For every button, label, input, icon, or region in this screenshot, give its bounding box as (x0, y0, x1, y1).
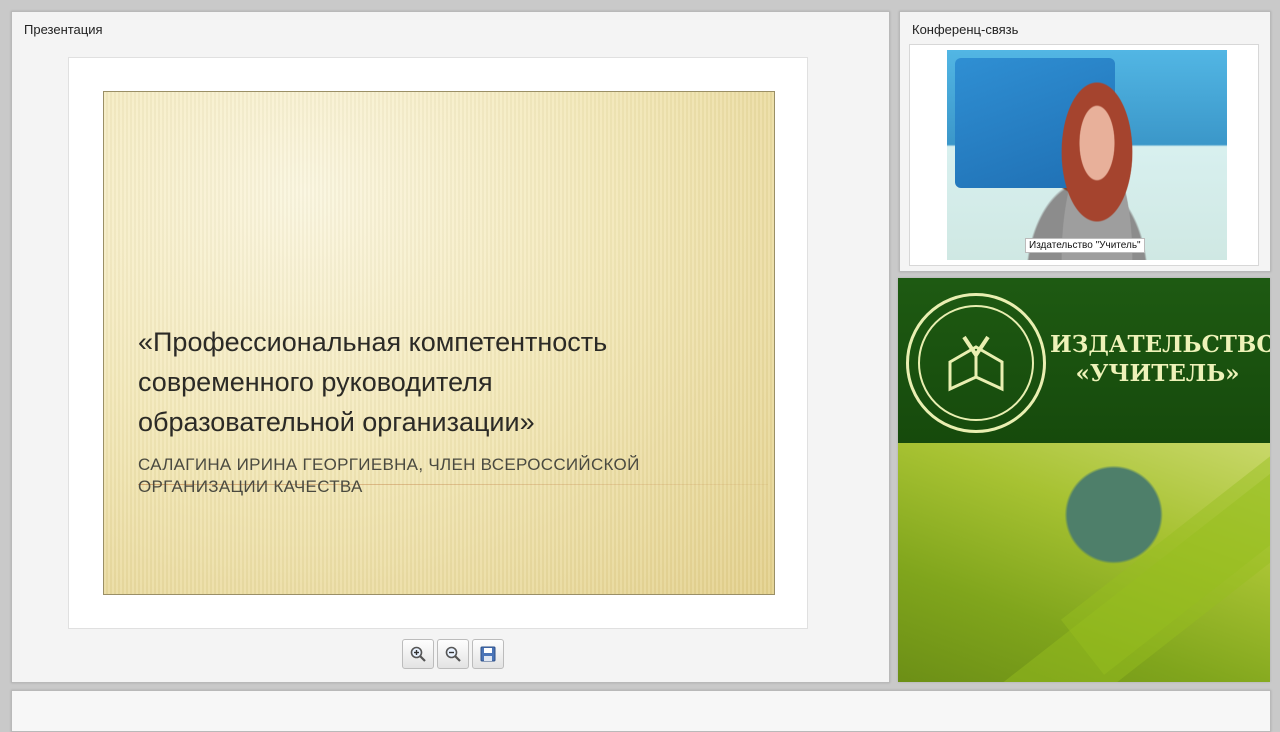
participant-name-label: Издательство "Учитель" (1025, 238, 1145, 253)
conference-panel: Конференц-связь Издательство "Учитель" (899, 11, 1271, 272)
publisher-header: ИЗДАТЕЛЬСТВО «УЧИТЕЛЬ» (898, 278, 1270, 443)
participant-figure (1042, 80, 1152, 260)
books-globe-image (898, 361, 1270, 682)
bottom-panel (11, 690, 1271, 732)
slide-viewer: «Профессиональная компетентность совреме… (68, 57, 808, 629)
publisher-banner: ИЗДАТЕЛЬСТВО «УЧИТЕЛЬ» (898, 278, 1270, 682)
zoom-out-icon (445, 646, 461, 662)
book-emblem-icon (948, 335, 1004, 392)
publisher-logo-icon (906, 293, 1046, 433)
presentation-panel-title: Презентация (24, 22, 103, 37)
zoom-in-button[interactable] (402, 639, 434, 669)
publisher-name: ИЗДАТЕЛЬСТВО «УЧИТЕЛЬ» (1050, 331, 1270, 387)
slide: «Профессиональная компетентность совреме… (103, 91, 775, 595)
video-container: Издательство "Учитель" (909, 44, 1259, 266)
slide-title: «Профессиональная компетентность совреме… (138, 327, 608, 437)
save-icon (480, 646, 496, 662)
participant-video[interactable]: Издательство "Учитель" (947, 50, 1227, 260)
save-button[interactable] (472, 639, 504, 669)
slide-subtitle: Салагина Ирина Георгиевна, член Всеросси… (138, 455, 640, 496)
presentation-toolbar (402, 639, 504, 669)
conference-panel-title: Конференц-связь (912, 22, 1019, 37)
presentation-panel: Презентация «Профессиональная компетентн… (11, 11, 890, 683)
zoom-in-icon (410, 646, 426, 662)
zoom-out-button[interactable] (437, 639, 469, 669)
